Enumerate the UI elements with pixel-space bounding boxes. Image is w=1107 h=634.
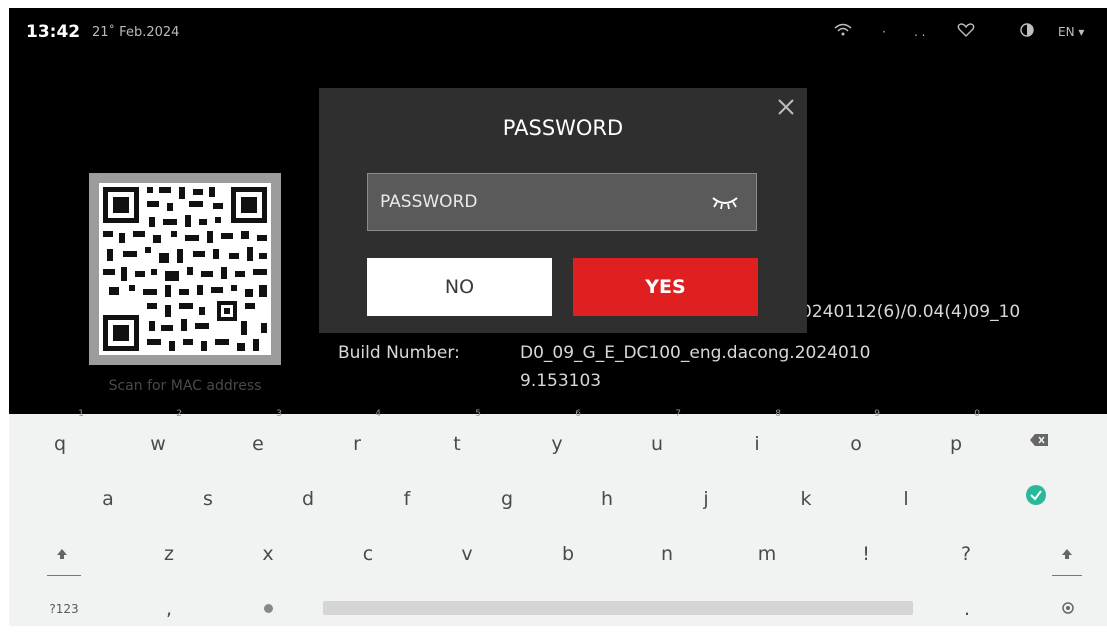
date: 21˚ Feb.2024	[92, 25, 180, 40]
keyboard-hide-icon	[1062, 602, 1074, 614]
key-c[interactable]: c	[338, 529, 398, 579]
key-x[interactable]: x	[238, 529, 298, 579]
emoji-key[interactable]	[238, 584, 298, 634]
on-screen-keyboard: q1 w2 e3 r4 t5 y6 u7 i8 o9 p0 a s d f g …	[9, 409, 1107, 626]
key-z[interactable]: z	[139, 529, 199, 579]
device-screen: 13:42 21˚ Feb.2024 · . . EN ▾ Scan for M…	[9, 8, 1107, 414]
chevron-down-icon: ▾	[1078, 25, 1085, 39]
key-f[interactable]: f	[377, 474, 437, 524]
key-i[interactable]: i8	[727, 409, 787, 469]
qr-caption: Scan for MAC address	[108, 378, 262, 394]
key-s[interactable]: s	[178, 474, 238, 524]
key-t[interactable]: t5	[427, 409, 487, 469]
key-t-hint: 5	[475, 409, 481, 419]
close-icon[interactable]	[775, 96, 797, 118]
key-d[interactable]: d	[278, 474, 338, 524]
qr-code	[89, 173, 281, 365]
key-p-hint: 0	[974, 409, 980, 419]
key-w-label: w	[150, 433, 166, 455]
qr-code-image	[99, 183, 271, 355]
emoji-icon	[264, 604, 273, 613]
key-q[interactable]: q1	[30, 409, 90, 469]
symbols-key[interactable]: ?123	[34, 584, 94, 634]
build-number-value: D0_09_G_E_DC100_eng.dacong.2024010 9.153…	[520, 339, 870, 395]
key-question[interactable]: ?	[936, 529, 996, 579]
version-value: 0240112(6)/0.04(4)09_10	[801, 302, 1021, 322]
language-selector[interactable]: EN ▾	[1058, 25, 1084, 39]
wifi-icon	[834, 23, 852, 36]
clock: 13:42	[26, 22, 81, 42]
key-e[interactable]: e3	[228, 409, 288, 469]
checkmark-icon	[1030, 490, 1042, 501]
key-e-label: e	[252, 433, 264, 455]
eye-closed-icon[interactable]	[710, 192, 740, 212]
key-r-hint: 4	[375, 409, 381, 419]
key-k[interactable]: k	[776, 474, 836, 524]
password-placeholder: PASSWORD	[380, 192, 478, 212]
key-h[interactable]: h	[577, 474, 637, 524]
heart-icon[interactable]	[957, 22, 975, 38]
no-button[interactable]: NO	[367, 258, 552, 316]
password-dialog: PASSWORD PASSWORD NO YES	[319, 88, 807, 333]
key-i-label: i	[754, 433, 760, 455]
shift-underline	[1052, 575, 1082, 576]
key-e-hint: 3	[276, 409, 282, 419]
key-g[interactable]: g	[477, 474, 537, 524]
key-v[interactable]: v	[437, 529, 497, 579]
shift-key-left[interactable]	[32, 529, 92, 579]
key-y[interactable]: y6	[527, 409, 587, 469]
key-t-label: t	[453, 433, 461, 455]
signal-icon: ·	[882, 25, 886, 39]
enter-key[interactable]	[1026, 485, 1046, 505]
signal-bars-icon: . .	[914, 25, 926, 39]
key-i-hint: 8	[775, 409, 781, 419]
key-m[interactable]: m	[737, 529, 797, 579]
key-q-hint: 1	[78, 409, 84, 419]
key-j[interactable]: j	[676, 474, 736, 524]
build-number-label: Build Number:	[338, 343, 460, 363]
key-u[interactable]: u7	[627, 409, 687, 469]
status-bar: 13:42 21˚ Feb.2024 · . . EN ▾	[9, 8, 1107, 54]
key-o-label: o	[850, 433, 862, 455]
key-r[interactable]: r4	[327, 409, 387, 469]
shift-icon	[57, 549, 67, 559]
comma-key[interactable]: ,	[139, 584, 199, 634]
key-y-label: y	[551, 433, 563, 455]
key-n[interactable]: n	[637, 529, 697, 579]
brightness-icon[interactable]	[1019, 22, 1035, 38]
yes-button[interactable]: YES	[573, 258, 758, 316]
build-number-line-2: 9.153103	[520, 371, 602, 391]
period-key[interactable]: .	[937, 584, 997, 634]
key-q-label: q	[53, 433, 67, 455]
key-w-hint: 2	[176, 409, 182, 419]
key-w[interactable]: w2	[128, 409, 188, 469]
backspace-icon[interactable]	[1029, 433, 1049, 447]
shift-key-right[interactable]	[1037, 529, 1097, 579]
shift-icon	[1062, 549, 1072, 559]
hide-keyboard-key[interactable]	[1038, 584, 1098, 634]
dialog-title: PASSWORD	[502, 116, 624, 140]
build-number-line-1: D0_09_G_E_DC100_eng.dacong.2024010	[520, 343, 871, 363]
space-bar[interactable]	[323, 601, 913, 615]
key-b[interactable]: b	[538, 529, 598, 579]
key-l[interactable]: l	[876, 474, 936, 524]
language-label: EN	[1058, 25, 1075, 39]
key-exclamation[interactable]: !	[836, 529, 896, 579]
key-o-hint: 9	[874, 409, 880, 419]
password-input[interactable]: PASSWORD	[367, 173, 757, 231]
key-a[interactable]: a	[78, 474, 138, 524]
shift-underline	[47, 575, 81, 576]
key-p-label: p	[949, 433, 963, 455]
key-y-hint: 6	[575, 409, 581, 419]
key-o[interactable]: o9	[826, 409, 886, 469]
key-u-hint: 7	[675, 409, 681, 419]
key-r-label: r	[353, 433, 361, 455]
key-u-label: u	[650, 433, 664, 455]
key-p[interactable]: p0	[926, 409, 986, 469]
